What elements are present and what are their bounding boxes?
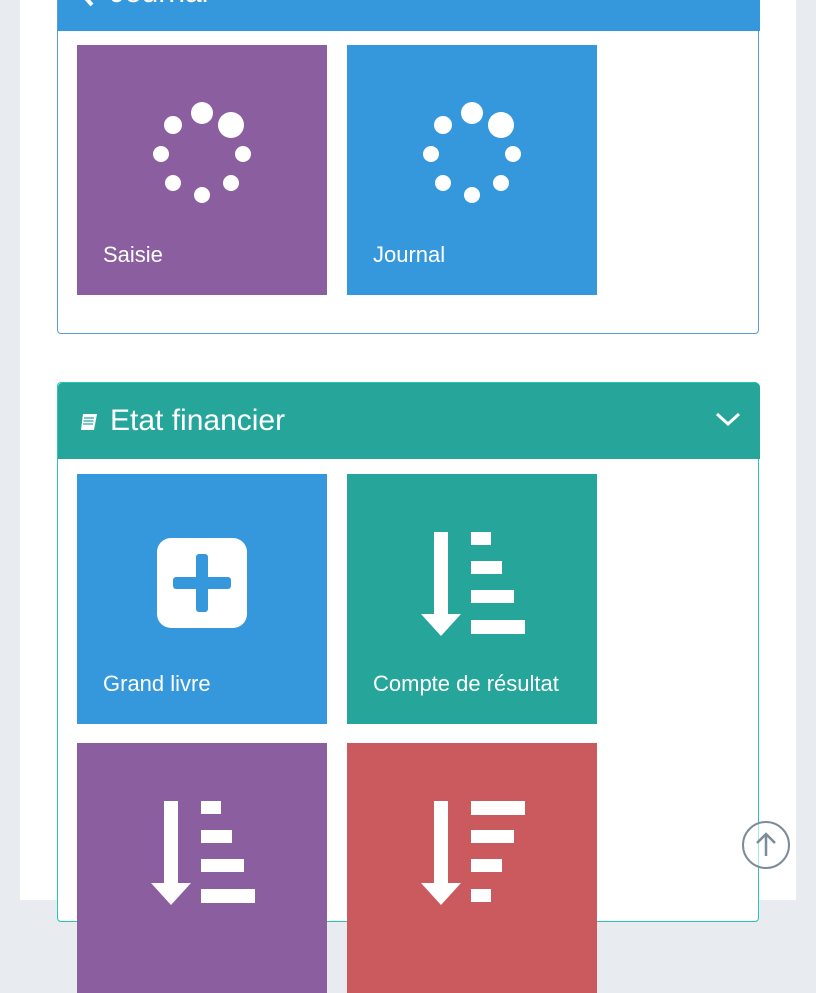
tile-label: Saisie (103, 242, 163, 267)
tile-label: Compte de résultat (373, 671, 559, 696)
etat-financier-panel-title: Etat financier (110, 404, 286, 437)
tile-grand-livre[interactable]: Grand livre (77, 474, 327, 724)
sort-amount-asc-icon (151, 801, 255, 905)
tile-label: Journal (373, 242, 446, 267)
chevron-down-icon[interactable] (714, 409, 742, 429)
tile-compte-de-resultat[interactable]: Compte de résultat (347, 474, 597, 724)
etat-financier-panel-header[interactable]: Etat financier (58, 383, 760, 459)
journal-panel: Journal Saisie Journal (57, 0, 760, 334)
journal-panel-title: Journal (110, 0, 208, 13)
tile-etat-4[interactable] (347, 743, 597, 993)
tile-etat-3[interactable] (77, 743, 327, 993)
journal-icon (84, 0, 94, 7)
scroll-to-top-button[interactable] (742, 821, 790, 869)
tile-journal[interactable]: Journal (347, 45, 597, 295)
arrow-up-circle-icon (756, 832, 776, 856)
tile-label: Grand livre (103, 671, 211, 696)
journal-panel-header[interactable]: Journal (58, 0, 760, 31)
tile-saisie[interactable]: Saisie (77, 45, 327, 295)
sort-amount-desc-icon (421, 801, 525, 905)
book-icon (81, 414, 97, 430)
etat-financier-panel: Etat financier Grand livre Compte de rés… (57, 382, 760, 993)
